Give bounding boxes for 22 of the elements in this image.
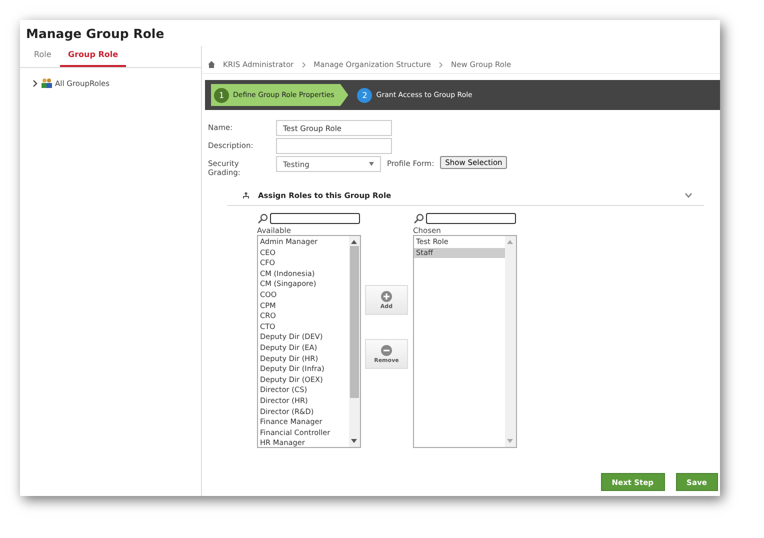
scroll-down-icon[interactable] — [351, 439, 357, 443]
chevron-icon — [302, 62, 306, 68]
search-icon — [413, 212, 425, 224]
hierarchy-icon — [242, 192, 250, 199]
home-icon[interactable] — [208, 61, 215, 68]
collapse-icon[interactable] — [685, 193, 692, 198]
expand-icon[interactable] — [32, 80, 38, 86]
search-field[interactable] — [426, 212, 516, 224]
search-icon — [257, 212, 269, 224]
chevron-icon — [439, 62, 444, 68]
group-icon — [41, 78, 52, 88]
tab[interactable]: Group Role — [60, 46, 126, 67]
plus-icon — [381, 290, 392, 302]
search-field[interactable] — [270, 212, 360, 224]
minus-icon — [381, 344, 392, 356]
caret-icon — [369, 162, 374, 166]
scroll-up-icon[interactable] — [351, 240, 357, 244]
scrollbar[interactable] — [349, 236, 360, 447]
page-title: Manage Group Role — [25, 25, 166, 43]
scrollbar-thumb[interactable] — [350, 246, 359, 398]
description-field[interactable] — [276, 138, 392, 154]
tab[interactable]: Role — [20, 46, 60, 67]
